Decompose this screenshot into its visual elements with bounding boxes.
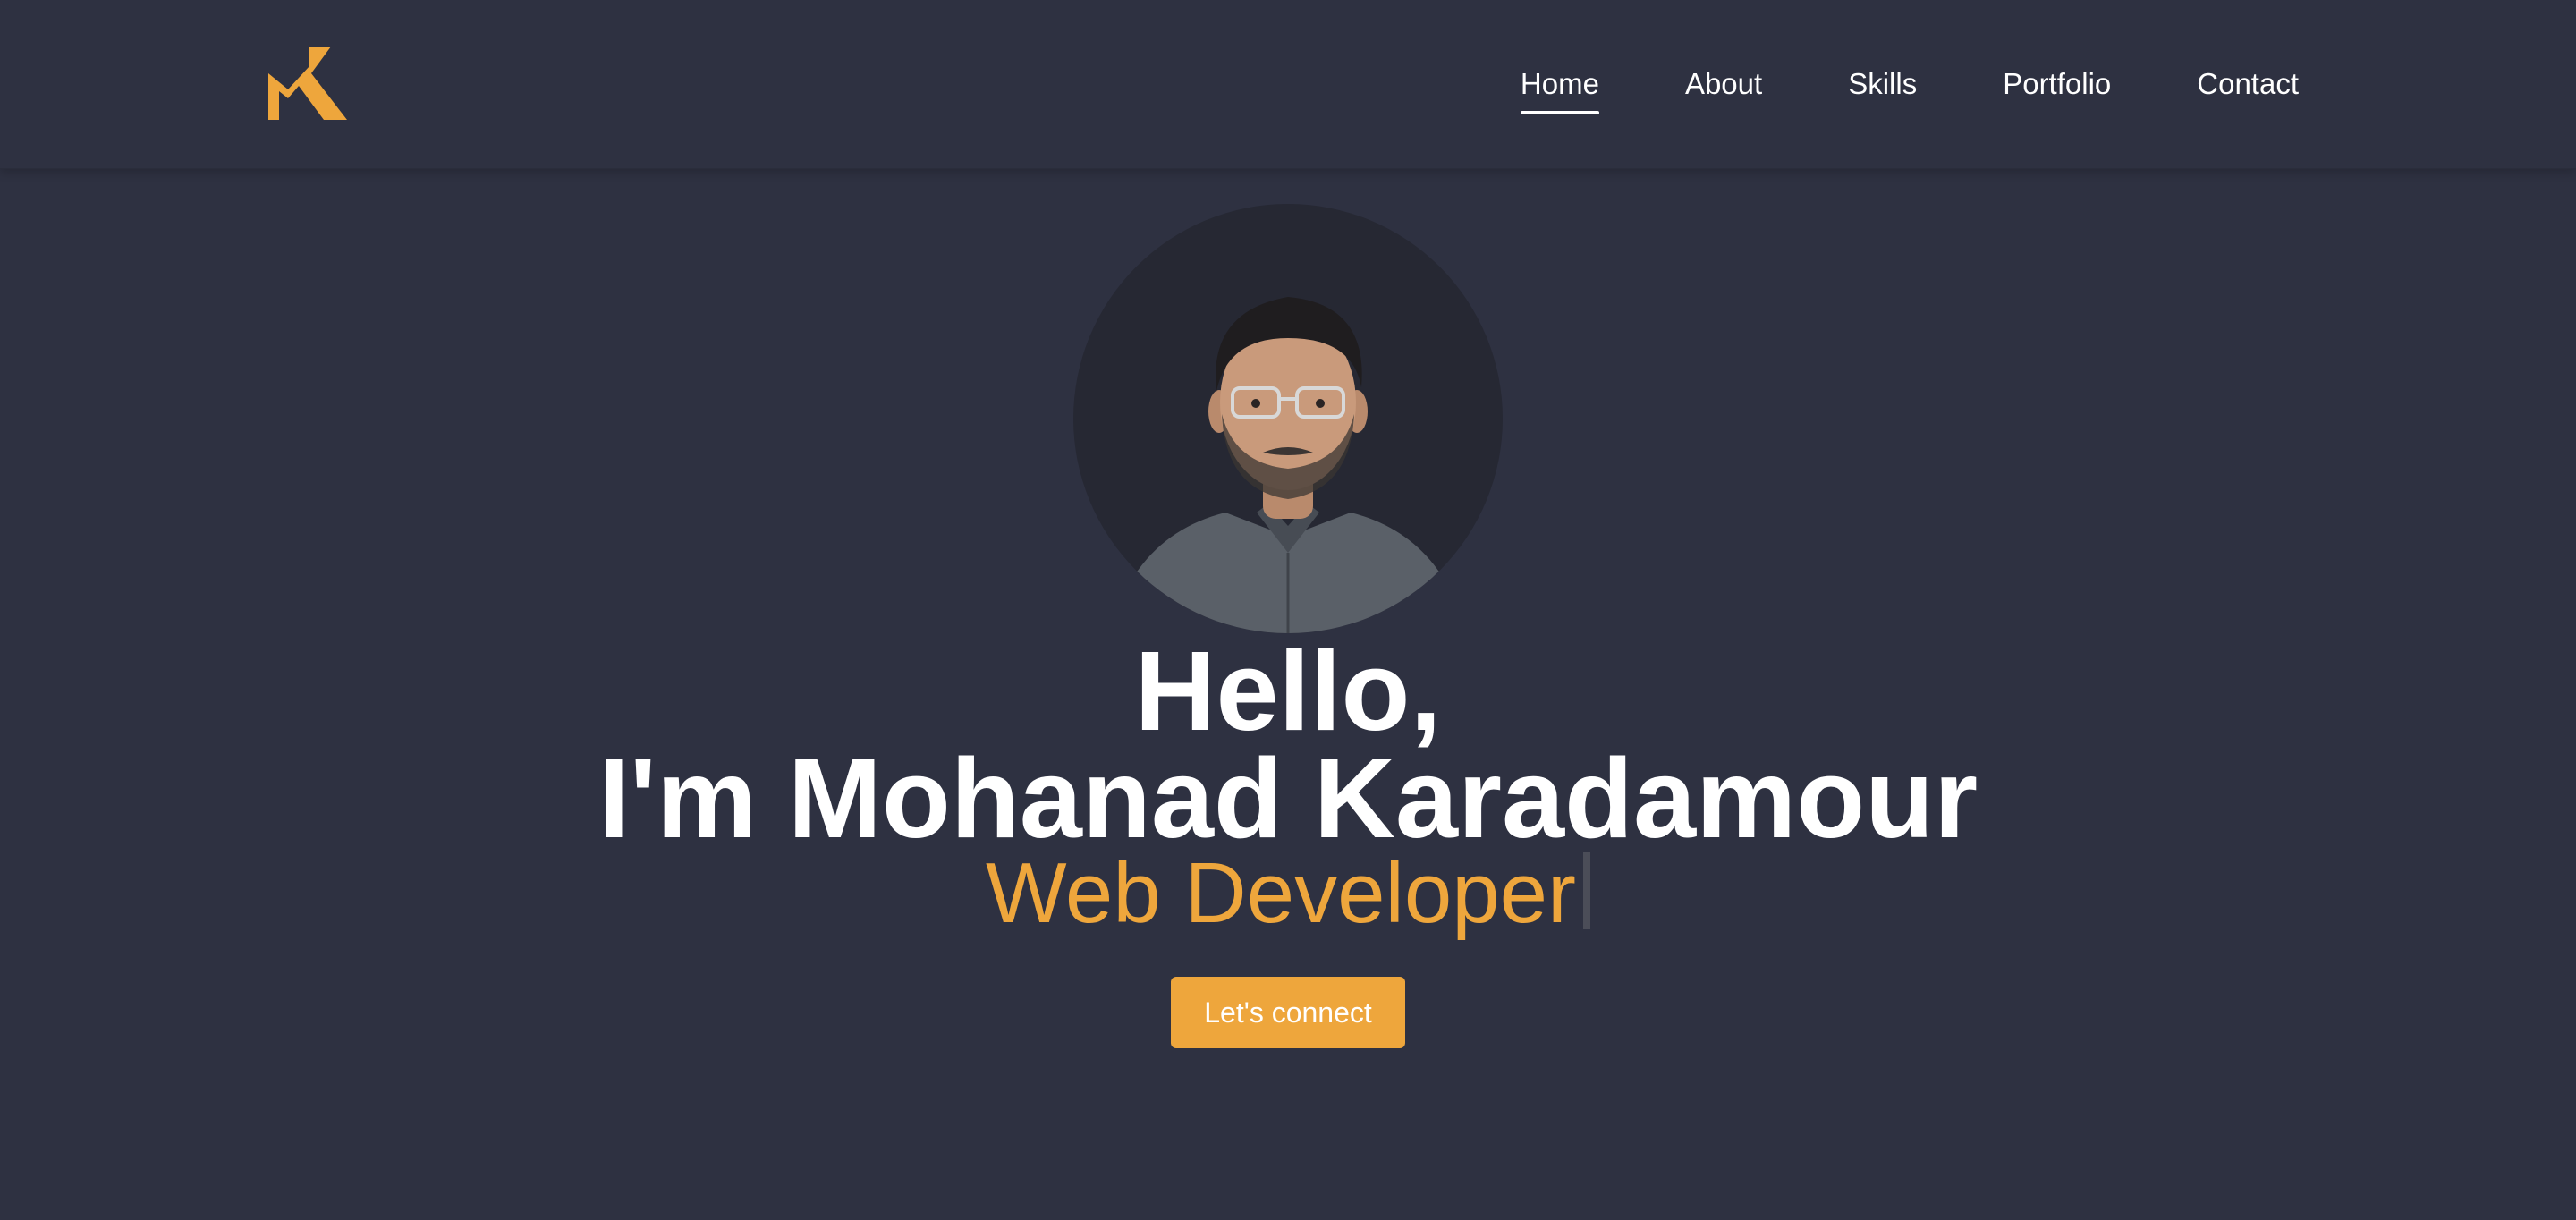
page: Home About Skills Portfolio Contact Hell… <box>0 0 2576 1220</box>
profile-photo-avatar <box>1073 204 1503 633</box>
hero-role: Web Developer <box>986 845 1576 941</box>
hero-greeting: Hello, <box>1134 628 1442 754</box>
lets-connect-button[interactable]: Let's connect <box>1171 977 1405 1048</box>
nav-item-home[interactable]: Home <box>1520 61 1599 114</box>
mk-logo-icon[interactable] <box>268 47 347 120</box>
hero-name: I'm Mohanad Karadamour <box>597 735 1979 861</box>
hero-section: Hello, I'm Mohanad Karadamour Web Develo… <box>0 168 2576 1220</box>
nav-item-about[interactable]: About <box>1685 61 1762 107</box>
main-nav: Home About Skills Portfolio Contact <box>1520 0 2299 168</box>
nav-item-contact[interactable]: Contact <box>2197 61 2299 107</box>
nav-item-portfolio[interactable]: Portfolio <box>2003 61 2111 107</box>
hero-role-line: Web Developer <box>0 844 2576 943</box>
navbar: Home About Skills Portfolio Contact <box>0 0 2576 169</box>
nav-item-skills[interactable]: Skills <box>1848 61 1917 107</box>
person-portrait-icon <box>1109 297 1467 633</box>
typing-cursor-icon <box>1582 852 1590 929</box>
